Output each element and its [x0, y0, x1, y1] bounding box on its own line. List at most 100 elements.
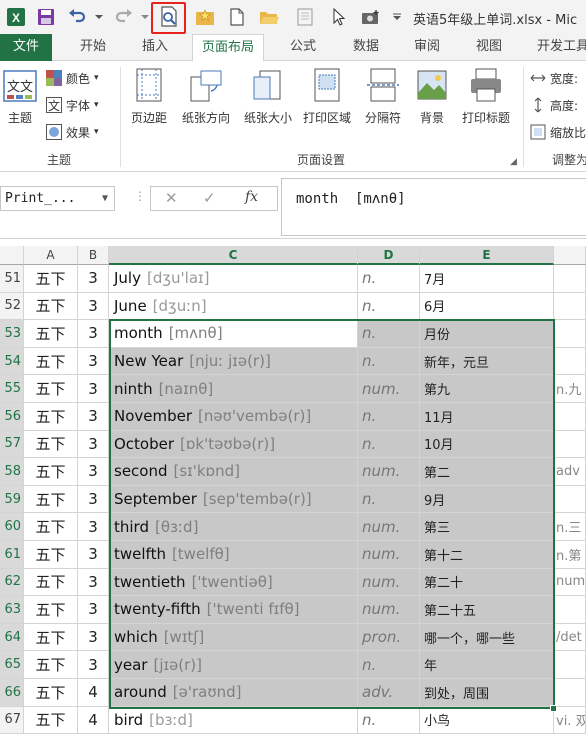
row-header[interactable]: 56 — [0, 403, 24, 431]
cell-extra[interactable]: n.九 — [554, 375, 586, 403]
cell-meaning[interactable]: 9月 — [420, 485, 554, 514]
cell-part-of-speech[interactable]: num. — [358, 513, 420, 541]
orientation-button[interactable]: 纸张方向 — [176, 67, 236, 126]
cell-extra[interactable] — [554, 596, 586, 624]
cell-grade[interactable]: 五下 — [24, 568, 78, 597]
cell-unit[interactable]: 3 — [78, 430, 109, 459]
tab-data[interactable]: 数据 — [340, 34, 392, 61]
cell-extra[interactable] — [554, 485, 586, 514]
cell-extra[interactable] — [554, 651, 586, 679]
row-header[interactable]: 67 — [0, 706, 24, 735]
camera-icon[interactable] — [360, 6, 382, 28]
row-header[interactable]: 66 — [0, 679, 24, 707]
undo-icon[interactable] — [66, 6, 88, 28]
cell-meaning[interactable]: 第三 — [420, 513, 554, 541]
cell-grade[interactable]: 五下 — [24, 265, 78, 293]
cell-word[interactable]: ninth [naɪnθ] — [109, 375, 358, 403]
row-header[interactable]: 54 — [0, 347, 24, 376]
fonts-button[interactable]: 文 字体 ▾ — [46, 94, 99, 116]
page-layout-icon[interactable] — [294, 6, 316, 28]
row-header[interactable]: 57 — [0, 430, 24, 459]
themes-button[interactable]: 文文 主题 — [0, 67, 40, 126]
cell-extra[interactable]: n.三 — [554, 513, 586, 541]
cell-part-of-speech[interactable]: n. — [358, 347, 420, 376]
cell-grade[interactable]: 五下 — [24, 347, 78, 376]
cell-part-of-speech[interactable]: num. — [358, 596, 420, 624]
cell-word[interactable]: second [sɪ'kɒnd] — [109, 458, 358, 486]
cell-unit[interactable]: 3 — [78, 541, 109, 569]
column-header-c[interactable]: C — [109, 246, 358, 265]
cell-unit[interactable]: 3 — [78, 375, 109, 403]
row-header[interactable]: 53 — [0, 320, 24, 348]
row-header[interactable]: 62 — [0, 568, 24, 597]
cell-meaning[interactable]: 到处，周围 — [420, 679, 554, 707]
cell-meaning[interactable]: 新年，元旦 — [420, 347, 554, 376]
column-header-a[interactable]: A — [24, 246, 78, 265]
cell-unit[interactable]: 3 — [78, 347, 109, 376]
cell-meaning[interactable]: 小鸟 — [420, 706, 554, 735]
cell-meaning[interactable]: 第二十 — [420, 568, 554, 597]
cell-extra[interactable]: adv — [554, 458, 586, 486]
excel-logo-icon[interactable]: X — [5, 6, 27, 28]
save-icon[interactable] — [35, 6, 57, 28]
cell-word[interactable]: third [θɜːd] — [109, 513, 358, 541]
row-header[interactable]: 63 — [0, 596, 24, 624]
height-control[interactable]: 高度: — [530, 94, 578, 116]
row-header[interactable]: 52 — [0, 292, 24, 321]
cell-part-of-speech[interactable]: n. — [358, 706, 420, 735]
cell-word[interactable]: July [dʒu'laɪ] — [109, 265, 358, 293]
cell-unit[interactable]: 3 — [78, 265, 109, 293]
cell-word[interactable]: June [dʒuːn] — [109, 292, 358, 321]
name-box-dropdown-icon[interactable]: ▼ — [102, 187, 108, 210]
cell-unit[interactable]: 3 — [78, 403, 109, 431]
row-header[interactable]: 61 — [0, 541, 24, 569]
cell-word[interactable]: month [mʌnθ] — [109, 320, 358, 348]
cell-part-of-speech[interactable]: n. — [358, 651, 420, 679]
cell-meaning[interactable]: 7月 — [420, 265, 554, 293]
row-header[interactable]: 59 — [0, 485, 24, 514]
star-folder-icon[interactable] — [194, 6, 216, 28]
cell-part-of-speech[interactable]: adv. — [358, 679, 420, 707]
cell-part-of-speech[interactable]: n. — [358, 403, 420, 431]
cell-word[interactable]: September [sep'tembə(r)] — [109, 485, 358, 514]
row-header[interactable]: 60 — [0, 513, 24, 541]
cell-meaning[interactable]: 第二十五 — [420, 596, 554, 624]
cell-part-of-speech[interactable]: num. — [358, 541, 420, 569]
cell-grade[interactable]: 五下 — [24, 706, 78, 735]
cell-grade[interactable]: 五下 — [24, 430, 78, 459]
column-header-b[interactable]: B — [78, 246, 109, 265]
cell-extra[interactable]: n.第 — [554, 541, 586, 569]
cell-meaning[interactable]: 第九 — [420, 375, 554, 403]
cell-word[interactable]: October [ɒk'təʊbə(r)] — [109, 430, 358, 459]
cell-grade[interactable]: 五下 — [24, 375, 78, 403]
select-all-corner[interactable] — [0, 246, 24, 265]
name-box[interactable]: Print_... ▼ — [0, 186, 115, 211]
cell-grade[interactable]: 五下 — [24, 651, 78, 679]
tab-home[interactable]: 开始 — [68, 34, 118, 61]
cell-word[interactable]: November [nəʊ'vembə(r)] — [109, 403, 358, 431]
cell-meaning[interactable]: 月份 — [420, 320, 554, 348]
customize-toolbar-icon[interactable] — [386, 6, 408, 28]
cell-part-of-speech[interactable]: n. — [358, 320, 420, 348]
cell-unit[interactable]: 3 — [78, 568, 109, 597]
row-header[interactable]: 64 — [0, 623, 24, 652]
cell-word[interactable]: which [wɪtʃ] — [109, 623, 358, 652]
cell-grade[interactable]: 五下 — [24, 320, 78, 348]
cancel-icon[interactable]: ✕ — [165, 189, 178, 207]
cell-meaning[interactable]: 第十二 — [420, 541, 554, 569]
cell-extra[interactable] — [554, 292, 586, 321]
cell-extra[interactable] — [554, 679, 586, 707]
row-header[interactable]: 65 — [0, 651, 24, 679]
cell-part-of-speech[interactable]: n. — [358, 292, 420, 321]
cell-extra[interactable]: num — [554, 568, 586, 597]
page-setup-dialog-launcher-icon[interactable]: ◢ — [510, 157, 517, 167]
redo-icon[interactable] — [113, 6, 135, 28]
cell-part-of-speech[interactable]: pron. — [358, 623, 420, 652]
margins-button[interactable]: 页边距 — [124, 67, 174, 126]
cell-grade[interactable]: 五下 — [24, 403, 78, 431]
cell-extra[interactable] — [554, 320, 586, 348]
cell-grade[interactable]: 五下 — [24, 513, 78, 541]
cell-meaning[interactable]: 哪一个，哪一些 — [420, 623, 554, 652]
cell-word[interactable]: twentieth ['twentiəθ] — [109, 568, 358, 597]
cell-meaning[interactable]: 第二 — [420, 458, 554, 486]
